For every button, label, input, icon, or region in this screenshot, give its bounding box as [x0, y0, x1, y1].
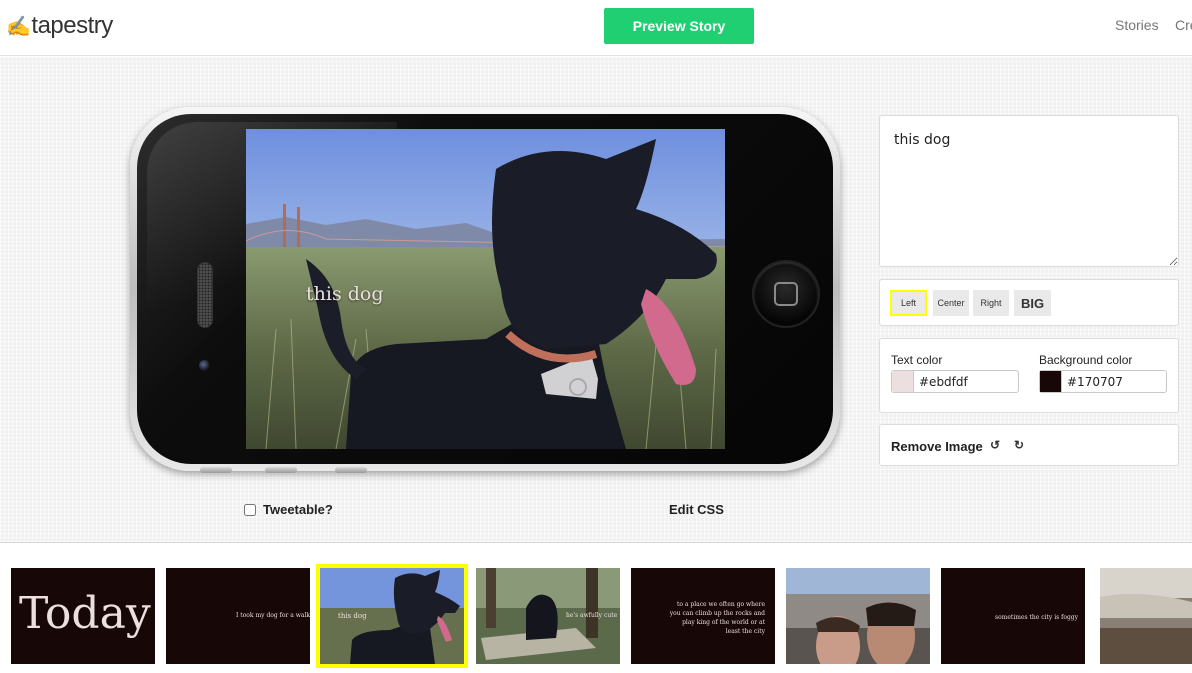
preview-story-button[interactable]: Preview Story — [604, 8, 754, 44]
slide-filmstrip: Today I took my dog for a walk this dog … — [0, 544, 1192, 673]
thumb-text: he's awfully cute — [566, 612, 618, 619]
nav-create[interactable]: Cre — [1175, 17, 1192, 33]
tweetable-toggle[interactable]: Tweetable? — [244, 502, 333, 517]
logo-text: tapestry — [31, 12, 113, 39]
remove-image-button[interactable]: Remove Image — [891, 439, 983, 454]
text-color-label: Text color — [891, 353, 943, 367]
tweetable-label: Tweetable? — [263, 502, 333, 517]
logo[interactable]: ✍ tapestry — [6, 12, 113, 40]
nav-stories[interactable]: Stories — [1115, 17, 1159, 33]
caption-panel — [879, 115, 1179, 267]
text-color-field[interactable]: #ebdfdf — [891, 370, 1019, 393]
big-text-button[interactable]: BIG — [1014, 290, 1051, 316]
slide-preview[interactable]: this dog — [246, 129, 725, 449]
slide-thumbnail-selected[interactable]: this dog — [316, 564, 468, 668]
edit-css-link[interactable]: Edit CSS — [669, 502, 724, 517]
slide-thumbnail[interactable]: I took my dog for a walk — [166, 568, 310, 664]
slide-thumbnail[interactable]: he's awfully cute — [476, 568, 620, 664]
hand-pointer-icon: ✍ — [6, 14, 31, 38]
rotate-left-icon[interactable]: ↺ — [990, 438, 1000, 452]
align-center-button[interactable]: Center — [933, 290, 969, 316]
phone-speaker — [197, 262, 213, 328]
slide-thumbnail[interactable] — [786, 568, 930, 664]
slide-thumbnail[interactable] — [1096, 568, 1192, 664]
top-bar: ✍ tapestry Preview Story Stories Cre — [0, 0, 1192, 56]
rotate-right-icon[interactable]: ↻ — [1014, 438, 1024, 452]
slide-thumbnail[interactable]: sometimes the city is foggy — [941, 568, 1085, 664]
background-color-label: Background color — [1039, 353, 1133, 367]
thumb-text: to a place we often go where you can cli… — [669, 601, 765, 635]
background-color-swatch[interactable] — [1040, 371, 1062, 392]
thumb-text: I took my dog for a walk — [236, 612, 310, 619]
color-panel: Text color #ebdfdf Background color #170… — [879, 338, 1179, 413]
phone-camera — [199, 360, 210, 371]
slide-thumbnail[interactable]: Today — [11, 568, 155, 664]
tweetable-checkbox[interactable] — [244, 503, 256, 516]
align-right-button[interactable]: Right — [973, 290, 1009, 316]
slide-thumbnail[interactable]: to a place we often go where you can cli… — [631, 568, 775, 664]
slide-caption-text[interactable]: this dog — [306, 283, 384, 305]
align-left-button[interactable]: Left — [890, 290, 927, 316]
caption-textarea[interactable] — [880, 116, 1178, 266]
text-color-value: #ebdfdf — [919, 374, 968, 389]
image-actions-panel: Remove Image ↺ ↻ — [879, 424, 1179, 466]
background-color-field[interactable]: #170707 — [1039, 370, 1167, 393]
thumb-text: sometimes the city is foggy — [995, 614, 1079, 621]
background-color-value: #170707 — [1067, 374, 1123, 389]
alignment-panel: Left Center Right BIG — [879, 279, 1179, 326]
text-color-swatch[interactable] — [892, 371, 914, 392]
phone-home-button — [752, 260, 820, 328]
thumb-text: this dog — [338, 612, 367, 620]
slide-editor: this dog Tweetable? Edit CSS Left Center… — [0, 57, 1192, 543]
thumb-text: Today — [19, 588, 151, 639]
